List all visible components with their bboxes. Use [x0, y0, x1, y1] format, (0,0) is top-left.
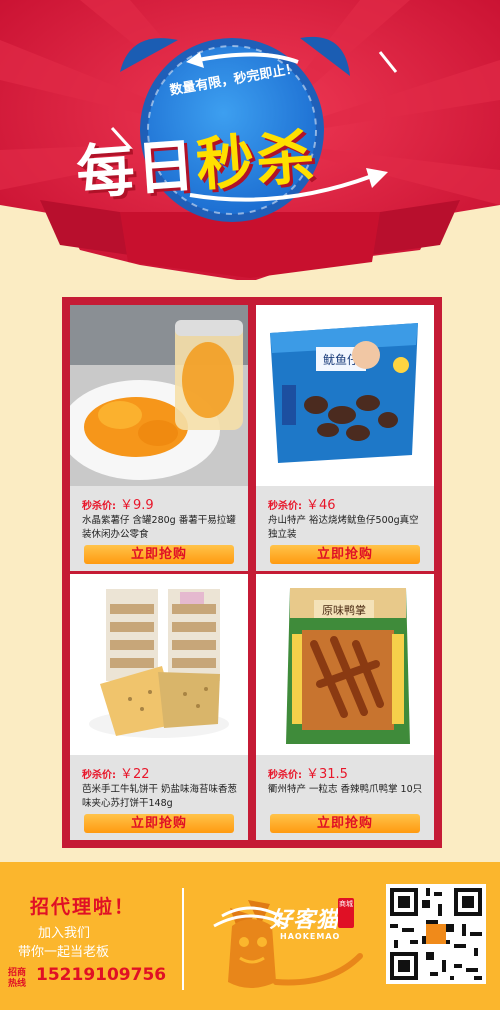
product-card[interactable]: 鱿鱼仔 秒杀价: ￥46 舟山特产 裕达烧烤鱿鱼仔500g真空独立装 立即抢购 [256, 305, 434, 571]
price-value: ￥22 [120, 767, 150, 782]
product-description: 衢州特产 一粒志 香辣鸭爪鸭掌 10只 [268, 784, 423, 795]
price-row: 秒杀价: ￥46 [268, 494, 336, 513]
hotline-phone[interactable]: 15219109756 [36, 965, 166, 985]
price-label: 秒杀价: [268, 770, 302, 781]
buy-now-button[interactable]: 立即抢购 [84, 814, 234, 833]
price-value: ￥9.9 [120, 498, 154, 513]
sweet-potato-candy-image[interactable] [70, 305, 248, 486]
product-description: 芭米手工牛轧饼干 奶盐味海苔味香葱味夹心苏打饼干148g [82, 784, 238, 809]
product-info: 秒杀价: ￥31.5 衢州特产 一粒志 香辣鸭爪鸭掌 10只 立即抢购 [256, 755, 434, 840]
product-card[interactable]: 秒杀价: ￥9.9 水晶紫薯仔 含罐280g 番薯干易拉罐装休闲办公零食 立即抢购 [70, 305, 248, 571]
title-daily: 每日 [74, 131, 199, 208]
join-us-text: 加入我们 [38, 926, 91, 941]
buy-now-button[interactable]: 立即抢购 [270, 814, 420, 833]
product-info: 秒杀价: ￥9.9 水晶紫薯仔 含罐280g 番薯干易拉罐装休闲办公零食 立即抢购 [70, 486, 248, 571]
product-card[interactable]: 秒杀价: ￥22 芭米手工牛轧饼干 奶盐味海苔味香葱味夹心苏打饼干148g 立即抢… [70, 574, 248, 840]
title-kill: 杀 [253, 122, 319, 195]
product-info: 秒杀价: ￥46 舟山特产 裕达烧烤鱿鱼仔500g真空独立装 立即抢购 [256, 486, 434, 571]
qr-code-icon [386, 884, 486, 984]
price-label: 秒杀价: [268, 501, 302, 512]
be-boss-text: 带你一起当老板 [18, 945, 110, 960]
agent-recruit-footer: 招代理啦！ 加入我们 带你一起当老板 招商热线 15219109756 好客猫 … [0, 862, 500, 1010]
product-card[interactable]: 原味鸭掌 秒杀价: ￥31.5 衢州特产 一粒志 香辣鸭爪鸭掌 10只 立即抢购 [256, 574, 434, 840]
brand-stamp: 商城 [338, 898, 354, 928]
product-description: 水晶紫薯仔 含罐280g 番薯干易拉罐装休闲办公零食 [82, 515, 236, 540]
price-value: ￥31.5 [306, 767, 348, 782]
recruit-title: 招代理啦！ [30, 896, 136, 918]
product-description: 舟山特产 裕达烧烤鱿鱼仔500g真空独立装 [268, 515, 419, 540]
nougat-biscuit-image[interactable] [70, 574, 248, 755]
squid-snack-bag-image[interactable]: 鱿鱼仔 [256, 305, 434, 486]
product-board: 秒杀价: ￥9.9 水晶紫薯仔 含罐280g 番薯干易拉罐装休闲办公零食 立即抢购… [62, 297, 442, 848]
buy-now-button[interactable]: 立即抢购 [270, 545, 420, 564]
price-row: 秒杀价: ￥22 [82, 763, 150, 782]
duck-feet-package-image[interactable]: 原味鸭掌 [256, 574, 434, 755]
footer-divider [182, 888, 184, 990]
promo-header: 数量有限，秒完即止！ 每日秒杀 [0, 0, 500, 280]
title-second: 秒 [193, 126, 259, 199]
price-value: ￥46 [306, 498, 336, 513]
price-row: 秒杀价: ￥31.5 [268, 763, 348, 782]
package-label: 原味鸭掌 [322, 603, 366, 617]
brand-logo: 好客猫 商城 HAOKEMAO [210, 886, 370, 996]
brand-name: 好客猫 [270, 908, 340, 933]
buy-now-button[interactable]: 立即抢购 [84, 545, 234, 564]
hotline-label: 招商热线 [8, 968, 27, 989]
page-title: 每日秒杀 [73, 110, 318, 211]
price-row: 秒杀价: ￥9.9 [82, 494, 154, 513]
price-label: 秒杀价: [82, 501, 116, 512]
qr-code[interactable] [386, 884, 486, 984]
product-info: 秒杀价: ￥22 芭米手工牛轧饼干 奶盐味海苔味香葱味夹心苏打饼干148g 立即抢… [70, 755, 248, 840]
brand-name-en: HAOKEMAO [280, 932, 341, 941]
price-label: 秒杀价: [82, 770, 116, 781]
